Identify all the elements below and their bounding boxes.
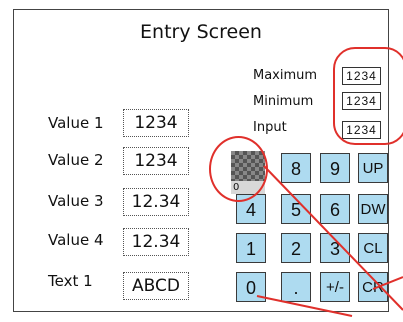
value-3-label: Value 3 — [48, 192, 104, 210]
input-value: 1234 — [342, 121, 381, 139]
text-1-field[interactable]: ABCD — [123, 272, 189, 300]
maximum-label: Maximum — [253, 68, 318, 83]
value-4-field[interactable]: 12.34 — [123, 228, 189, 256]
value-2-label: Value 2 — [48, 151, 104, 169]
minimum-value: 1234 — [342, 92, 381, 110]
key-up[interactable]: UP — [358, 153, 388, 183]
key-0[interactable]: 0 — [236, 272, 266, 302]
value-1-field[interactable]: 1234 — [123, 109, 189, 137]
maximum-value: 1234 — [342, 67, 381, 85]
key-6[interactable]: 6 — [320, 194, 350, 224]
value-2-field[interactable]: 1234 — [123, 147, 189, 175]
key-9[interactable]: 9 — [320, 153, 350, 183]
key-1[interactable]: 1 — [236, 233, 266, 263]
value-4-label: Value 4 — [48, 231, 104, 249]
image-key[interactable]: 0 — [231, 151, 265, 196]
key-4[interactable]: 4 — [236, 194, 266, 224]
input-label: Input — [253, 120, 287, 135]
image-key-caption: 0 — [231, 181, 265, 194]
key-plus-minus[interactable]: +/- — [320, 272, 350, 302]
key-decimal[interactable]: . — [281, 272, 311, 302]
key-clear[interactable]: CL — [358, 233, 388, 263]
placeholder-image-icon — [231, 151, 265, 181]
key-2[interactable]: 2 — [281, 233, 311, 263]
key-5[interactable]: 5 — [281, 194, 311, 224]
key-8[interactable]: 8 — [281, 153, 311, 183]
text-1-label: Text 1 — [48, 272, 93, 290]
minimum-label: Minimum — [253, 94, 314, 109]
screen-title: Entry Screen — [140, 21, 262, 43]
key-down[interactable]: DW — [358, 194, 388, 224]
key-3[interactable]: 3 — [320, 233, 350, 263]
value-1-label: Value 1 — [48, 114, 104, 132]
entry-screen-panel: Entry Screen Maximum 1234 Minimum 1234 I… — [13, 9, 389, 312]
value-3-field[interactable]: 12.34 — [123, 188, 189, 216]
key-cr[interactable]: CR — [358, 272, 388, 302]
